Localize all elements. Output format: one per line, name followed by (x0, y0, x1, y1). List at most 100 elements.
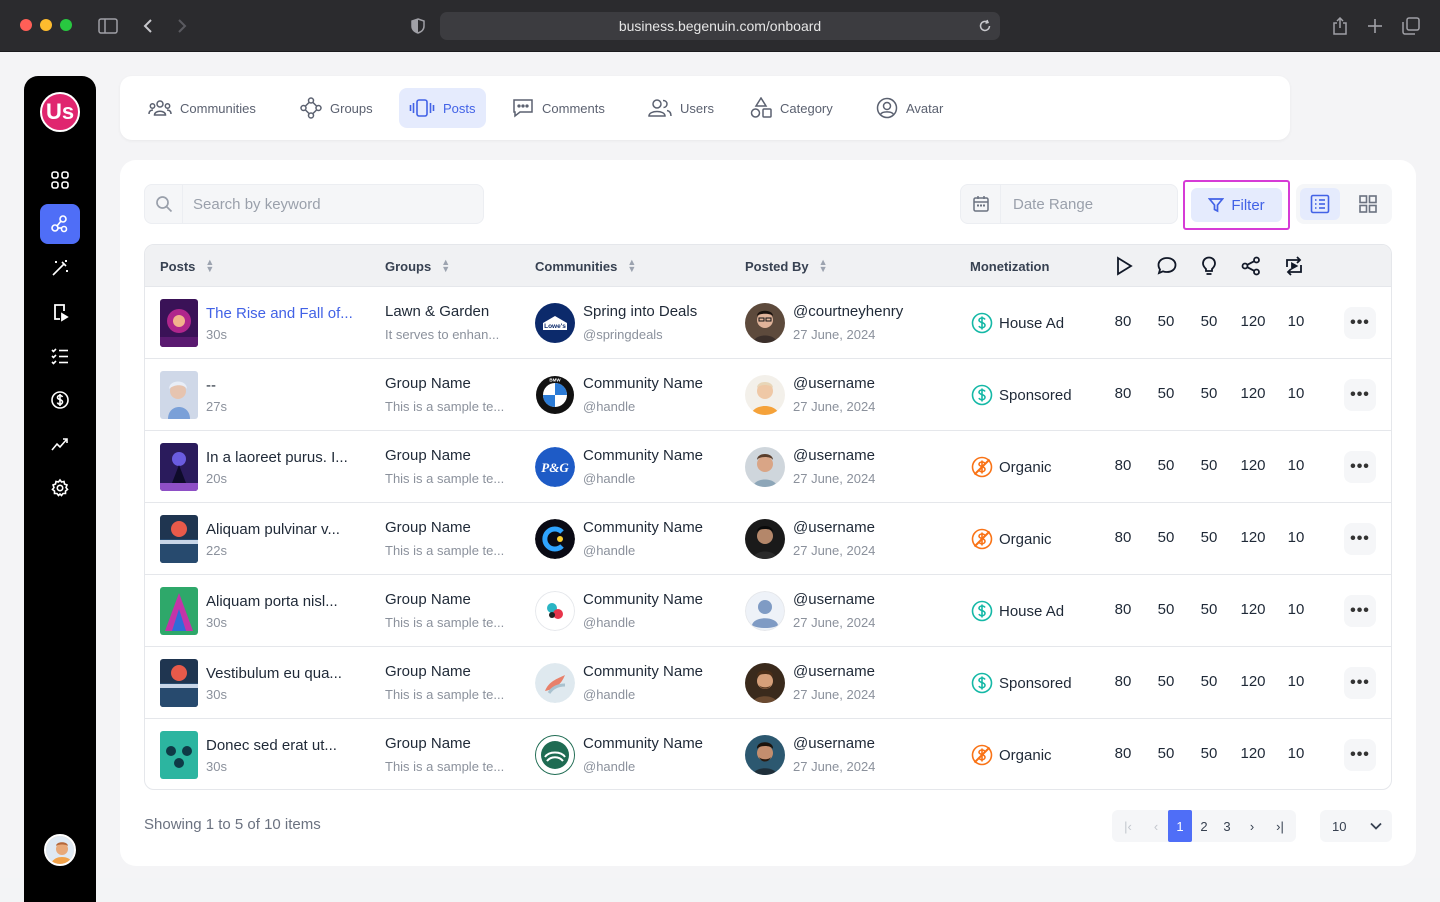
tab-comments[interactable]: Comments (502, 88, 615, 128)
forward-icon[interactable] (170, 14, 194, 38)
back-icon[interactable] (136, 14, 160, 38)
tab-overview-icon[interactable] (1399, 14, 1423, 38)
tab-category[interactable]: Category (740, 88, 843, 128)
close-window-button[interactable] (20, 19, 32, 31)
post-thumbnail[interactable] (160, 587, 198, 635)
analytics-icon[interactable] (40, 424, 80, 464)
tab-communities[interactable]: Communities (138, 88, 266, 128)
community-name[interactable]: Community Name (583, 591, 703, 608)
grid-view-icon[interactable] (1348, 188, 1388, 220)
tab-users[interactable]: Users (638, 88, 724, 128)
post-thumbnail[interactable] (160, 371, 198, 419)
post-title[interactable]: Vestibulum eu qua... (206, 665, 342, 682)
post-thumbnail[interactable] (160, 299, 198, 347)
minimize-window-button[interactable] (40, 19, 52, 31)
post-title[interactable]: Donec sed erat ut... (206, 737, 337, 754)
poster-username[interactable]: @username (793, 663, 875, 680)
privacy-shield-icon[interactable] (406, 14, 430, 38)
search-input[interactable] (183, 195, 463, 213)
tab-avatar[interactable]: Avatar (866, 88, 953, 128)
group-name[interactable]: Group Name (385, 519, 471, 536)
poster-avatar[interactable] (745, 303, 785, 343)
community-name[interactable]: Community Name (583, 375, 703, 392)
sidebar-toggle-icon[interactable] (96, 14, 120, 38)
group-name[interactable]: Group Name (385, 735, 471, 752)
last-page-icon[interactable]: ›| (1268, 810, 1292, 842)
tab-groups[interactable]: Groups (290, 88, 383, 128)
prev-page-icon[interactable]: ‹ (1144, 810, 1168, 842)
share-icon[interactable] (1328, 14, 1352, 38)
community-logo[interactable]: BMW (535, 375, 575, 415)
app-logo[interactable]: Us (40, 92, 80, 132)
more-options-icon[interactable]: ••• (1344, 739, 1376, 771)
group-name[interactable]: Lawn & Garden (385, 303, 489, 320)
first-page-icon[interactable]: |‹ (1116, 810, 1140, 842)
community-logo[interactable]: Lowe's (535, 303, 575, 343)
more-options-icon[interactable]: ••• (1344, 379, 1376, 411)
post-title[interactable]: Aliquam porta nisl... (206, 593, 338, 610)
community-name[interactable]: Community Name (583, 663, 703, 680)
post-title[interactable]: In a laoreet purus. I... (206, 449, 348, 466)
page-1-button[interactable]: 1 (1168, 810, 1192, 842)
filter-button[interactable]: Filter (1191, 188, 1282, 222)
group-name[interactable]: Group Name (385, 375, 471, 392)
sort-icon[interactable]: ▲ ▼ (441, 258, 450, 274)
poster-avatar[interactable] (745, 519, 785, 559)
post-title[interactable]: Aliquam pulvinar v... (206, 521, 340, 538)
per-page-select[interactable]: 10 (1320, 810, 1392, 842)
group-name[interactable]: Group Name (385, 591, 471, 608)
more-options-icon[interactable]: ••• (1344, 451, 1376, 483)
more-options-icon[interactable]: ••• (1344, 667, 1376, 699)
more-options-icon[interactable]: ••• (1344, 523, 1376, 555)
post-title[interactable]: The Rise and Fall of... (206, 305, 353, 322)
sort-icon[interactable]: ▲ ▼ (627, 258, 636, 274)
new-tab-icon[interactable] (1363, 14, 1387, 38)
user-avatar[interactable] (44, 834, 76, 866)
reload-icon[interactable] (978, 19, 992, 33)
community-name[interactable]: Community Name (583, 735, 703, 752)
settings-gear-icon[interactable] (40, 468, 80, 508)
community-name[interactable]: Spring into Deals (583, 303, 697, 320)
poster-username[interactable]: @username (793, 519, 875, 536)
sort-icon[interactable]: ▲ ▼ (205, 258, 214, 274)
poster-avatar[interactable] (745, 735, 785, 775)
post-title[interactable]: -- (206, 377, 216, 394)
post-thumbnail[interactable] (160, 515, 198, 563)
poster-username[interactable]: @username (793, 591, 875, 608)
video-post-icon[interactable] (40, 292, 80, 332)
community-name[interactable]: Community Name (583, 519, 703, 536)
table-row[interactable]: -- 27s Group Name This is a sample te... BMW… (145, 359, 1391, 431)
monetization-dollar-icon[interactable] (40, 380, 80, 420)
community-logo[interactable] (535, 735, 575, 775)
table-row[interactable]: The Rise and Fall of... 30s Lawn & Garden I… (145, 287, 1391, 359)
table-row[interactable]: In a laoreet purus. I... 20s Group Name Thi… (145, 431, 1391, 503)
sort-icon[interactable]: ▲ ▼ (819, 258, 828, 274)
poster-username[interactable]: @courtneyhenry (793, 303, 903, 320)
community-logo[interactable] (535, 519, 575, 559)
post-thumbnail[interactable] (160, 659, 198, 707)
table-row[interactable]: Vestibulum eu qua... 30s Group Name This is… (145, 647, 1391, 719)
poster-username[interactable]: @username (793, 735, 875, 752)
table-row[interactable]: Aliquam porta nisl... 30s Group Name This i… (145, 575, 1391, 647)
column-header-groups[interactable]: Groups ▲ ▼ (385, 245, 450, 287)
community-logo[interactable] (535, 663, 575, 703)
poster-username[interactable]: @username (793, 375, 875, 392)
post-thumbnail[interactable] (160, 731, 198, 779)
page-2-button[interactable]: 2 (1192, 810, 1216, 842)
page-3-button[interactable]: 3 (1215, 810, 1239, 842)
poster-avatar[interactable] (745, 663, 785, 703)
maximize-window-button[interactable] (60, 19, 72, 31)
next-page-icon[interactable]: › (1240, 810, 1264, 842)
address-bar[interactable]: business.begenuin.com/onboard (440, 12, 1000, 40)
column-header-posted-by[interactable]: Posted By ▲ ▼ (745, 245, 828, 287)
community-logo[interactable]: P&G (535, 447, 575, 487)
date-range-picker[interactable]: Date Range (960, 184, 1178, 224)
table-row[interactable]: Donec sed erat ut... 30s Group Name This is… (145, 719, 1391, 789)
group-name[interactable]: Group Name (385, 663, 471, 680)
more-options-icon[interactable]: ••• (1344, 307, 1376, 339)
column-header-communities[interactable]: Communities ▲ ▼ (535, 245, 636, 287)
dashboard-grid-icon[interactable] (40, 160, 80, 200)
checklist-icon[interactable] (40, 336, 80, 376)
poster-avatar[interactable] (745, 591, 785, 631)
community-name[interactable]: Community Name (583, 447, 703, 464)
